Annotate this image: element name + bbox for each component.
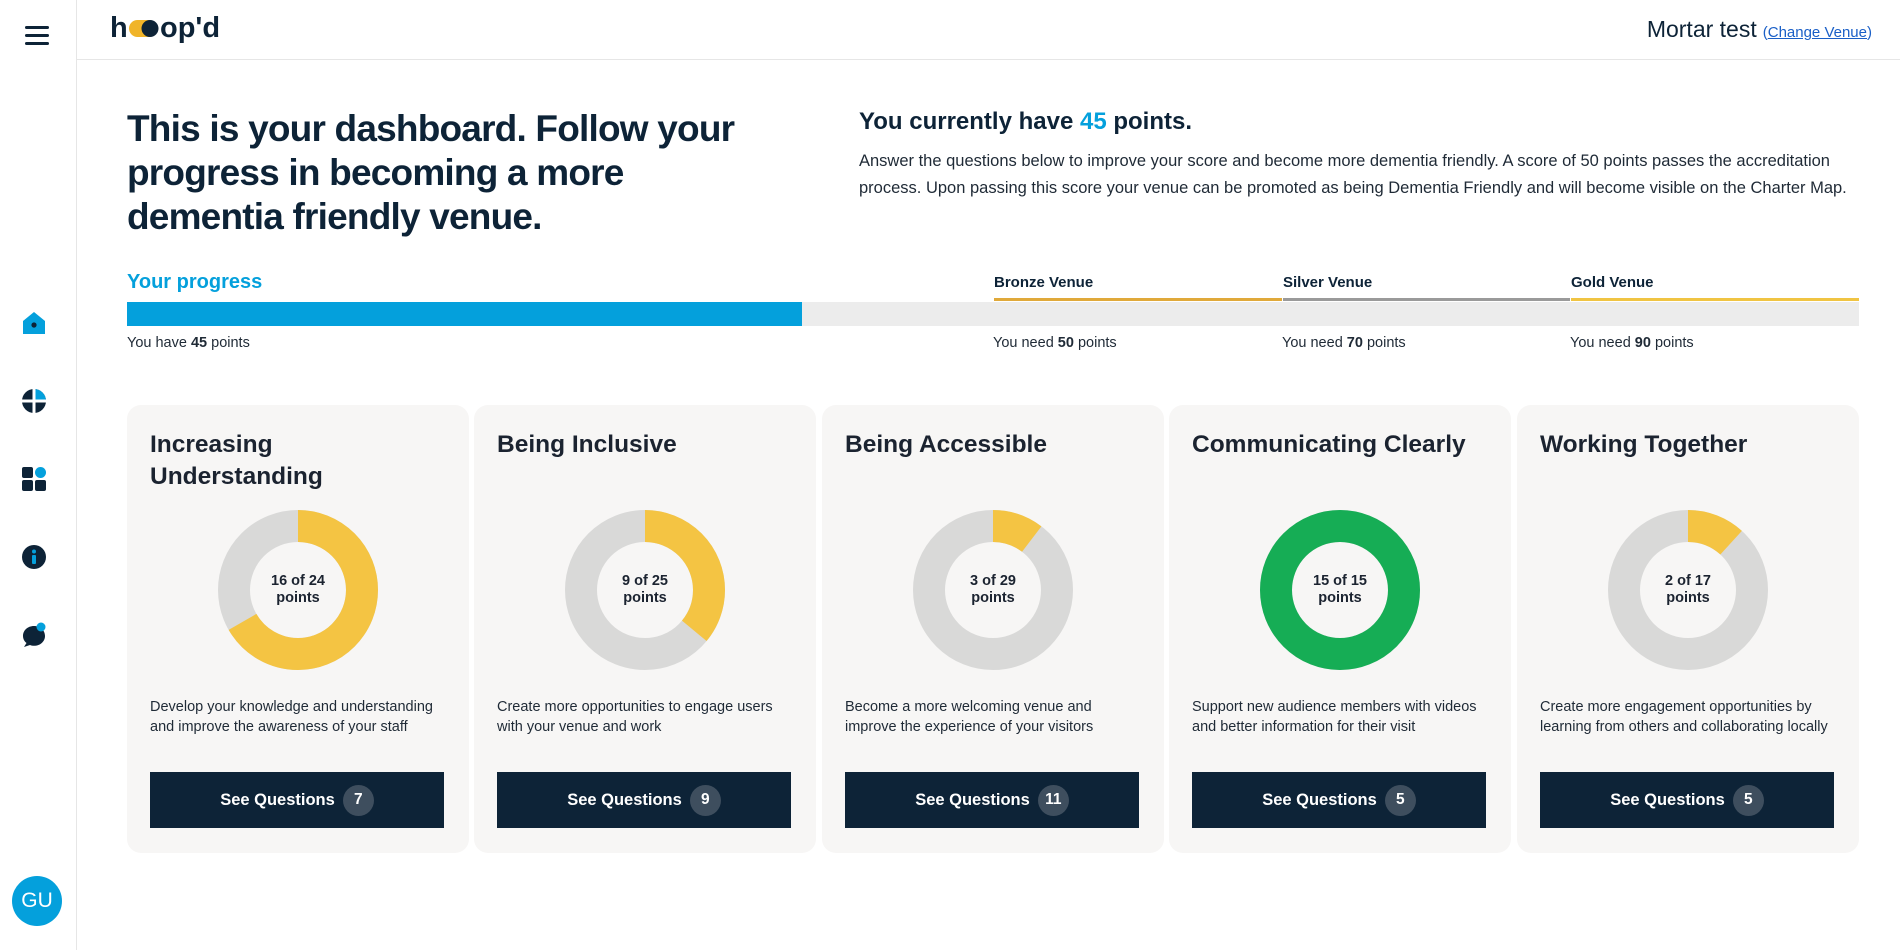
button-label: See Questions [1262, 790, 1377, 809]
button-label: See Questions [915, 790, 1030, 809]
donut-label: 16 of 24 points [218, 510, 378, 670]
card-title: Being Accessible [845, 431, 1047, 458]
score-points-word: points [971, 590, 1015, 606]
need-prefix: You need [1282, 335, 1347, 351]
question-count-badge: 5 [1732, 784, 1764, 816]
card-description: Create more opportunities to engage user… [497, 699, 773, 735]
card-description: Support new audience members with videos… [1192, 699, 1477, 735]
need-prefix: You need [993, 335, 1058, 351]
card-description: Develop your knowledge and understanding… [150, 699, 433, 735]
card-description: Become a more welcoming venue and improv… [845, 699, 1094, 735]
current-points-text: You have 45 points [127, 335, 250, 351]
need-points: 50 [1057, 335, 1074, 351]
venue-selector: Mortar test (Change Venue) [1647, 16, 1872, 43]
score-line: 2 of 17 [1665, 573, 1711, 589]
see-questions-button[interactable]: See Questions 5 [1192, 772, 1486, 828]
points-value: 45 [1079, 108, 1107, 135]
page-title: This is your dashboard. Follow your prog… [127, 108, 735, 237]
question-count-badge: 11 [1037, 784, 1069, 816]
need-points: 90 [1634, 335, 1651, 351]
need-suffix: points [1073, 335, 1117, 351]
home-icon[interactable] [21, 310, 47, 336]
question-count-badge: 7 [342, 784, 374, 816]
donut-label: 3 of 29 points [913, 510, 1073, 670]
card-title: Increasing Understanding [150, 431, 323, 490]
tier-silver-line [1283, 298, 1570, 301]
change-venue-wrapper: (Change Venue) [1762, 24, 1872, 41]
points-prefix: You currently have [859, 108, 1080, 135]
need-points: 70 [1346, 335, 1363, 351]
score-line: 15 of 15 [1313, 573, 1367, 589]
button-label: See Questions [567, 790, 682, 809]
donut-label: 2 of 17 points [1608, 510, 1768, 670]
card-title: Communicating Clearly [1192, 431, 1466, 458]
see-questions-button[interactable]: See Questions 7 [150, 772, 444, 828]
question-count-badge: 5 [1384, 784, 1416, 816]
card-title: Working Together [1540, 431, 1748, 458]
button-label: See Questions [1610, 790, 1725, 809]
card-description: Create more engagement opportunities by … [1540, 699, 1828, 735]
progress-label: Your progress [127, 271, 263, 293]
tier-silver-need: You need 70 points [1282, 335, 1406, 351]
have-prefix: You have [127, 335, 191, 351]
category-card: Communicating Clearly 15 of 15 points Sup… [1169, 405, 1511, 853]
hoopd-logo[interactable]: h op'd [110, 10, 222, 46]
donut-label: 9 of 25 points [565, 510, 725, 670]
change-venue-link[interactable]: Change Venue [1768, 24, 1867, 41]
score-line: 3 of 29 [970, 573, 1016, 589]
category-card: Working Together 2 of 17 points Create mo… [1517, 405, 1859, 853]
apps-icon[interactable] [21, 466, 47, 492]
see-questions-button[interactable]: See Questions 5 [1540, 772, 1834, 828]
menu-icon[interactable] [25, 26, 49, 48]
need-suffix: points [1362, 335, 1406, 351]
have-points: 45 [190, 335, 208, 351]
tier-gold-line [1571, 298, 1859, 301]
score-donut: 9 of 25 points [565, 510, 725, 670]
points-suffix: points. [1106, 108, 1192, 135]
progress-fill [127, 302, 803, 326]
need-suffix: points [1650, 335, 1694, 351]
progress-track [127, 302, 1859, 326]
top-header: h op'd Mortar test (Change Venue) [77, 0, 1900, 60]
chat-icon[interactable] [21, 622, 47, 648]
score-donut: 3 of 29 points [913, 510, 1073, 670]
tier-bronze-need: You need 50 points [993, 335, 1117, 351]
donut-label: 15 of 15 points [1260, 510, 1420, 670]
score-points-word: points [1666, 590, 1710, 606]
tier-silver-label: Silver Venue [1283, 274, 1373, 291]
card-title: Being Inclusive [497, 431, 677, 458]
score-donut: 2 of 17 points [1608, 510, 1768, 670]
score-points-word: points [276, 590, 320, 606]
score-donut: 15 of 15 points [1260, 510, 1420, 670]
avatar[interactable]: GU [12, 876, 62, 926]
points-summary: You currently have 45 points. [859, 108, 1192, 136]
info-icon[interactable] [21, 544, 47, 570]
question-count-badge: 9 [689, 784, 721, 816]
need-prefix: You need [1570, 335, 1635, 351]
score-donut: 16 of 24 points [218, 510, 378, 670]
score-points-word: points [623, 590, 667, 606]
have-suffix: points [207, 335, 250, 351]
category-card: Being Accessible 3 of 29 points Become a … [822, 405, 1164, 853]
svg-text:op'd: op'd [160, 12, 220, 44]
tier-bronze-line [994, 298, 1282, 301]
category-card: Being Inclusive 9 of 25 points Create mor… [474, 405, 816, 853]
score-line: 9 of 25 [622, 573, 668, 589]
see-questions-button[interactable]: See Questions 9 [497, 772, 791, 828]
tier-gold-need: You need 90 points [1570, 335, 1694, 351]
venue-name: Mortar test [1646, 16, 1757, 42]
see-questions-button[interactable]: See Questions 11 [845, 772, 1139, 828]
score-points-word: points [1318, 590, 1362, 606]
category-card: Increasing Understanding 16 of 24 points … [127, 405, 469, 853]
button-label: See Questions [220, 790, 335, 809]
sidebar: GU [0, 0, 77, 950]
tier-gold-label: Gold Venue [1571, 274, 1654, 291]
tier-bronze-label: Bronze Venue [994, 274, 1094, 291]
score-line: 16 of 24 [271, 573, 325, 589]
svg-text:h: h [110, 12, 128, 44]
quadrant-icon[interactable] [21, 388, 47, 414]
points-description: Answer the questions below to improve yo… [859, 152, 1847, 197]
